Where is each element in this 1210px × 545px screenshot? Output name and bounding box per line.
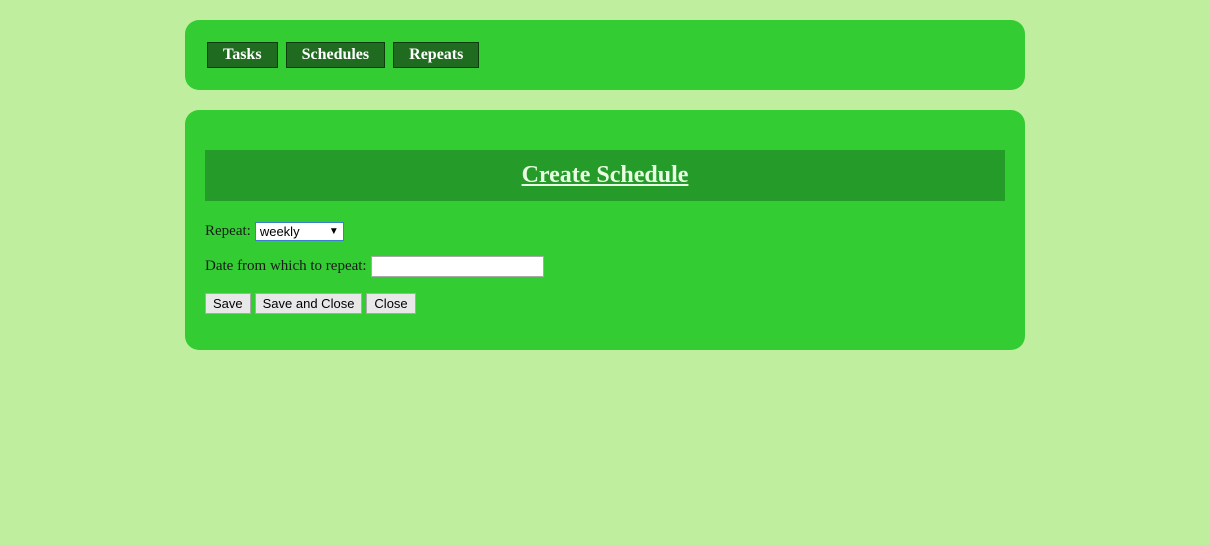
- nav-panel: Tasks Schedules Repeats: [185, 20, 1025, 90]
- save-and-close-button[interactable]: Save and Close: [254, 292, 363, 314]
- nav-schedules-button[interactable]: Schedules: [285, 42, 386, 68]
- title-bar: Create Schedule: [205, 150, 1005, 201]
- repeat-row: Repeat: weekly ▼: [205, 221, 344, 241]
- close-button[interactable]: Close: [366, 292, 416, 314]
- date-input[interactable]: [370, 255, 544, 277]
- chevron-down-icon: ▼: [328, 225, 339, 237]
- form-buttons: Save Save and Close Close: [205, 292, 420, 314]
- repeat-select-value: weekly: [259, 223, 300, 239]
- repeat-select[interactable]: weekly ▼: [254, 221, 344, 241]
- nav-tasks-button[interactable]: Tasks: [207, 42, 278, 68]
- date-row: Date from which to repeat:: [205, 255, 544, 277]
- nav-repeats-button[interactable]: Repeats: [393, 42, 480, 68]
- save-button[interactable]: Save: [205, 292, 251, 314]
- page-title: Create Schedule: [521, 162, 689, 188]
- date-label: Date from which to repeat:: [205, 257, 367, 274]
- nav-buttons: Tasks Schedules Repeats: [207, 42, 480, 68]
- main-panel: Create Schedule Repeat: weekly ▼ Date fr…: [185, 110, 1025, 350]
- page: Tasks Schedules Repeats Create Schedule …: [0, 0, 1210, 545]
- repeat-label: Repeat:: [205, 222, 251, 239]
